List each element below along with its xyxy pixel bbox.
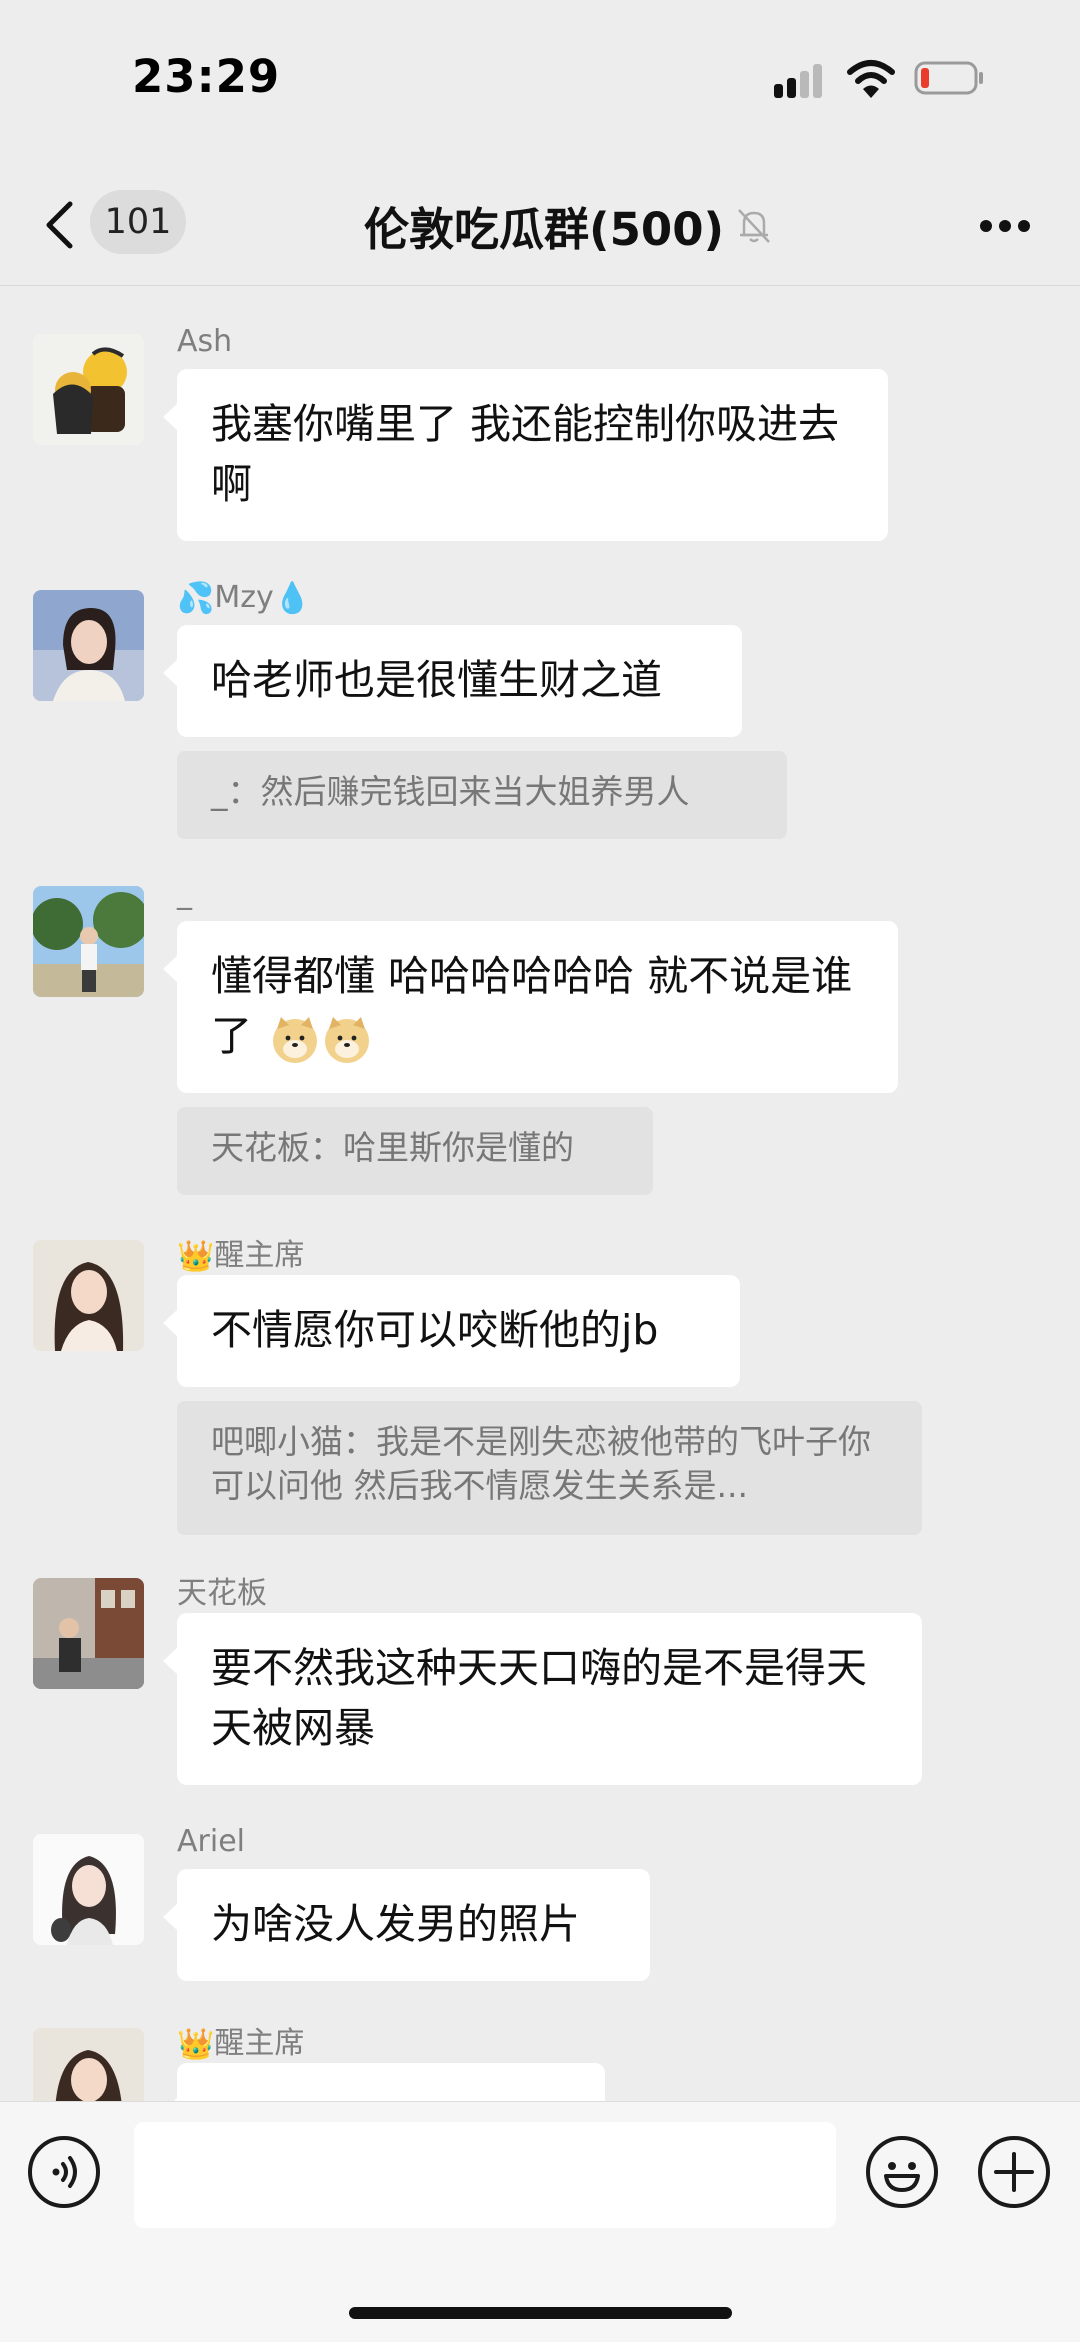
message-bubble[interactable]: 懂得都懂 哈哈哈哈哈哈 就不说是谁了	[163, 921, 898, 1093]
voice-button[interactable]	[28, 2136, 100, 2208]
sender-name: Ariel	[177, 1824, 245, 1859]
battery-low-icon	[914, 61, 983, 95]
message-bubble[interactable]: 我塞你嘴里了 我还能控制你吸进去啊	[163, 369, 888, 541]
sender-name: Ash	[177, 324, 233, 359]
message-text: 我塞你嘴里了 我还能控制你吸进去啊	[211, 400, 840, 508]
message-text: 哈老师也是很懂生财之道	[211, 656, 662, 704]
home-indicator[interactable]	[349, 2307, 732, 2319]
more-icon[interactable]	[980, 220, 1030, 234]
quote-text: _：然后赚完钱回来当大姐养男人	[211, 772, 690, 811]
message-bubble[interactable]: 哈老师也是很懂生财之道	[163, 625, 742, 737]
status-time: 23:29	[132, 50, 281, 103]
avatar[interactable]	[33, 1834, 144, 1945]
sender-name: 💦Mzy💧	[177, 580, 312, 616]
avatar[interactable]	[33, 1578, 144, 1689]
more-actions-button[interactable]	[978, 2136, 1050, 2208]
crown-emoji: 👑	[177, 1239, 215, 1274]
avatar[interactable]	[33, 1240, 144, 1351]
quote-text: 天花板：哈里斯你是懂的	[211, 1128, 574, 1167]
message-text: 为啥没人发男的照片	[211, 1900, 580, 1948]
input-bar	[0, 2101, 1080, 2342]
cellular-signal-icon	[774, 62, 828, 98]
emoji-button[interactable]	[866, 2136, 938, 2208]
message-list[interactable]: Ash 我塞你嘴里了 我还能控制你吸进去啊 💦Mzy💧 哈老师也是很懂生财之道 …	[0, 286, 1080, 2101]
message-text: 不情愿你可以咬断他的jb	[211, 1306, 659, 1354]
avatar[interactable]	[33, 590, 144, 701]
avatar[interactable]	[33, 886, 144, 997]
plus-icon	[994, 2152, 1034, 2192]
sender-name: 👑醒主席	[177, 2026, 305, 2062]
sender-name: 👑醒主席	[177, 1238, 305, 1274]
crown-emoji: 👑	[177, 2027, 215, 2062]
message-bubble[interactable]: 要不然我这种天天口嗨的是不是得天天被网暴	[163, 1613, 922, 1785]
droplet-emoji: 💧	[273, 581, 312, 616]
message-bubble[interactable]	[163, 2063, 605, 2101]
chat-title-group[interactable]: 伦敦吃瓜群(500)	[364, 190, 774, 260]
status-bar: 23:29	[0, 0, 1080, 150]
quoted-reply[interactable]: 天花板：哈里斯你是懂的	[177, 1107, 653, 1195]
message-bubble[interactable]: 不情愿你可以咬断他的jb	[163, 1275, 740, 1387]
chat-title: 伦敦吃瓜群(500)	[364, 202, 725, 256]
bell-muted-icon	[738, 209, 770, 243]
sender-name: 天花板	[177, 1576, 267, 1611]
sweat-droplets-emoji: 💦	[177, 581, 215, 616]
message-text: 要不然我这种天天口嗨的是不是得天天被网暴	[211, 1644, 867, 1752]
doge-emoji	[273, 1017, 318, 1063]
avatar[interactable]	[33, 2028, 144, 2101]
quoted-reply[interactable]: _：然后赚完钱回来当大姐养男人	[177, 751, 787, 839]
sender-name: _	[177, 876, 192, 911]
avatar[interactable]	[33, 334, 144, 445]
message-input[interactable]	[134, 2122, 836, 2228]
message-bubble[interactable]: 为啥没人发男的照片	[163, 1869, 650, 1981]
back-chevron-icon[interactable]	[42, 200, 76, 250]
voice-icon	[52, 2156, 77, 2188]
quote-text: 吧唧小猫：我是不是刚失恋被他带的飞叶子你可以问他 然后我不情愿发生关系是...	[211, 1422, 871, 1505]
doge-emoji	[325, 1017, 370, 1063]
wifi-icon	[847, 60, 895, 98]
unread-count-badge[interactable]: 101	[90, 190, 186, 254]
emoji-icon	[884, 2162, 920, 2192]
chat-header: 101 伦敦吃瓜群(500)	[0, 150, 1080, 286]
quoted-reply[interactable]: 吧唧小猫：我是不是刚失恋被他带的飞叶子你可以问他 然后我不情愿发生关系是...	[177, 1401, 922, 1535]
